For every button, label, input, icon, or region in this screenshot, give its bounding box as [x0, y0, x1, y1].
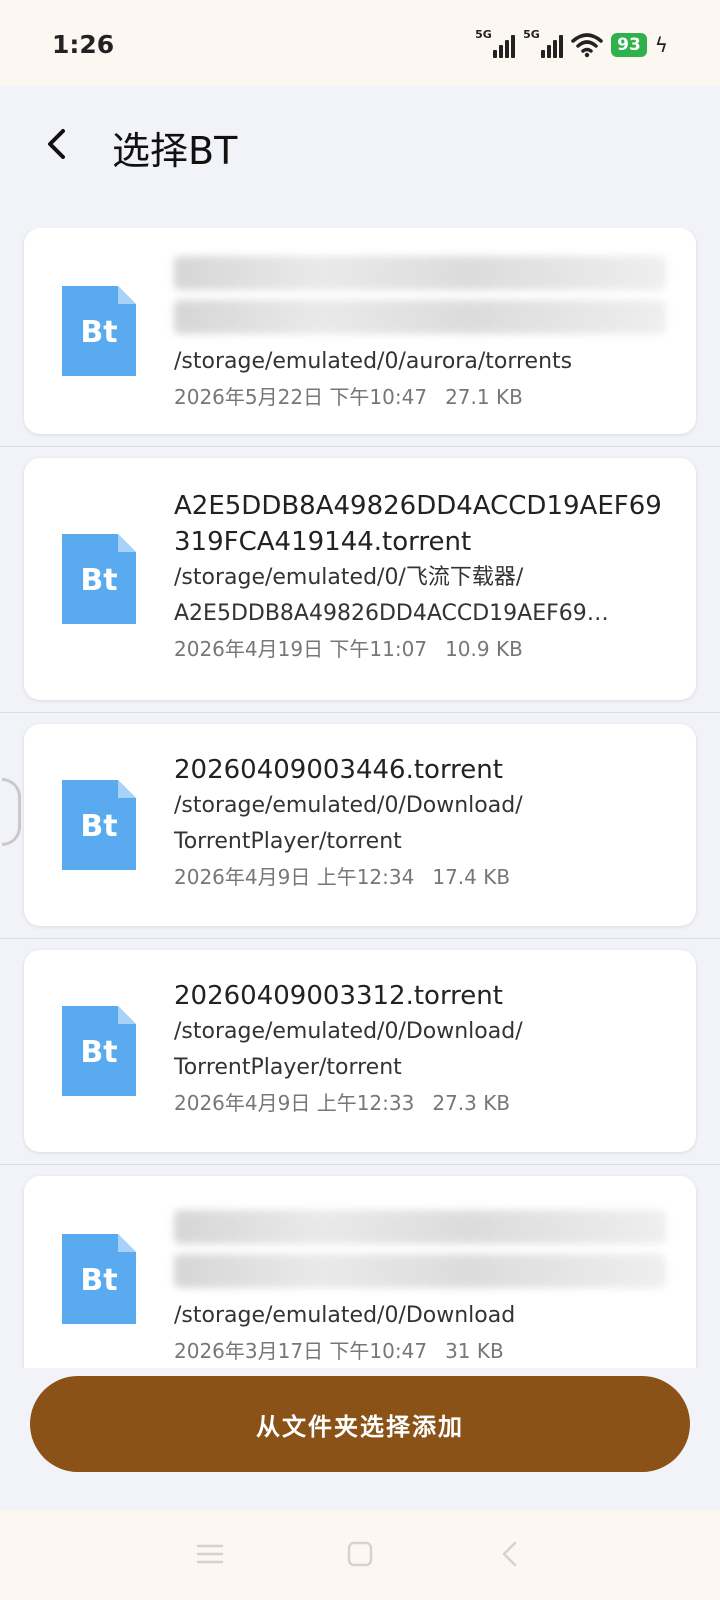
- add-from-folder-button[interactable]: 从文件夹选择添加: [30, 1376, 690, 1472]
- blurred-file-name: [174, 256, 666, 290]
- wifi-icon: [571, 33, 603, 58]
- file-date: 2026年3月17日 下午10:47: [174, 1339, 428, 1363]
- divider: [0, 446, 720, 447]
- file-meta: 2026年4月9日 上午12:33 27.3 KB: [174, 1086, 666, 1120]
- menu-icon[interactable]: [190, 1534, 230, 1574]
- file-meta: 2026年3月17日 下午10:47 31 KB: [174, 1334, 666, 1368]
- bt-file-icon: Bt: [62, 1006, 136, 1096]
- file-path: A2E5DDB8A49826DD4ACCD19AEF69…: [174, 601, 609, 626]
- app-header: 选择BT: [0, 86, 720, 206]
- status-time: 1:26: [52, 30, 115, 59]
- file-date: 2026年4月9日 上午12:33: [174, 1091, 415, 1115]
- signal-label: 5G: [523, 28, 540, 41]
- file-date: 2026年4月9日 上午12:34: [174, 865, 415, 889]
- file-path: /storage/emulated/0/Download: [174, 1303, 516, 1328]
- file-card[interactable]: Bt /storage/emulated/0/Download 2026年3月1…: [24, 1176, 696, 1368]
- svg-text:Bt: Bt: [80, 809, 117, 844]
- file-card[interactable]: Bt /storage/emulated/0/aurora/torrents 2…: [24, 228, 696, 434]
- charging-icon: ϟ: [654, 33, 668, 57]
- file-size: 31 KB: [445, 1339, 504, 1363]
- page-title: 选择BT: [112, 129, 238, 173]
- file-name: 20260409003446.torrent: [174, 755, 503, 785]
- signal-label: 5G: [475, 28, 492, 41]
- file-card[interactable]: Bt 20260409003446.torrent /storage/emula…: [24, 724, 696, 926]
- back-nav-icon[interactable]: [490, 1534, 530, 1574]
- system-nav-bar: [0, 1510, 720, 1600]
- svg-text:Bt: Bt: [80, 1263, 117, 1298]
- file-size: 10.9 KB: [445, 637, 523, 661]
- file-size: 27.1 KB: [445, 385, 523, 409]
- bt-file-icon: Bt: [62, 1234, 136, 1324]
- file-path: /storage/emulated/0/Download/: [174, 1019, 523, 1044]
- file-name: A2E5DDB8A49826DD4ACCD19AEF69319FCA419144…: [174, 491, 662, 557]
- svg-text:Bt: Bt: [80, 563, 117, 598]
- file-path: TorrentPlayer/torrent: [174, 829, 402, 854]
- blurred-file-name: [174, 300, 666, 334]
- file-size: 27.3 KB: [432, 1091, 511, 1115]
- file-path: /storage/emulated/0/飞流下载器/: [174, 565, 524, 590]
- blurred-file-name: [174, 1210, 666, 1244]
- bt-file-icon: Bt: [62, 780, 136, 870]
- file-path: /storage/emulated/0/Download/: [174, 793, 523, 818]
- svg-text:Bt: Bt: [80, 1035, 117, 1070]
- file-card[interactable]: Bt 20260409003312.torrent /storage/emula…: [24, 950, 696, 1152]
- file-meta: 2026年4月9日 上午12:34 17.4 KB: [174, 860, 666, 894]
- file-size: 17.4 KB: [432, 865, 511, 889]
- divider: [0, 938, 720, 939]
- bt-file-icon: Bt: [62, 286, 136, 376]
- file-meta: 2026年4月19日 下午11:07 10.9 KB: [174, 632, 666, 666]
- back-icon[interactable]: [36, 122, 80, 166]
- bt-file-icon: Bt: [62, 534, 136, 624]
- signal-icon: 5G: [475, 28, 516, 58]
- divider: [0, 1164, 720, 1165]
- status-bar: 1:26 5G 5G 93 ϟ: [0, 0, 720, 86]
- divider: [0, 712, 720, 713]
- file-name: 20260409003312.torrent: [174, 981, 503, 1011]
- battery-level: 93: [611, 33, 647, 57]
- home-icon[interactable]: [340, 1534, 380, 1574]
- file-date: 2026年4月19日 下午11:07: [174, 637, 428, 661]
- blurred-file-name: [174, 1254, 666, 1288]
- file-date: 2026年5月22日 下午10:47: [174, 385, 428, 409]
- svg-text:Bt: Bt: [80, 315, 117, 350]
- file-path: TorrentPlayer/torrent: [174, 1055, 402, 1080]
- file-path: /storage/emulated/0/aurora/torrents: [174, 349, 573, 374]
- signal-icon: 5G: [523, 28, 564, 58]
- file-meta: 2026年5月22日 下午10:47 27.1 KB: [174, 380, 666, 414]
- file-card[interactable]: Bt A2E5DDB8A49826DD4ACCD19AEF69319FCA419…: [24, 458, 696, 700]
- status-icons: 5G 5G 93 ϟ: [475, 28, 668, 60]
- file-list: Bt /storage/emulated/0/aurora/torrents 2…: [0, 228, 720, 1368]
